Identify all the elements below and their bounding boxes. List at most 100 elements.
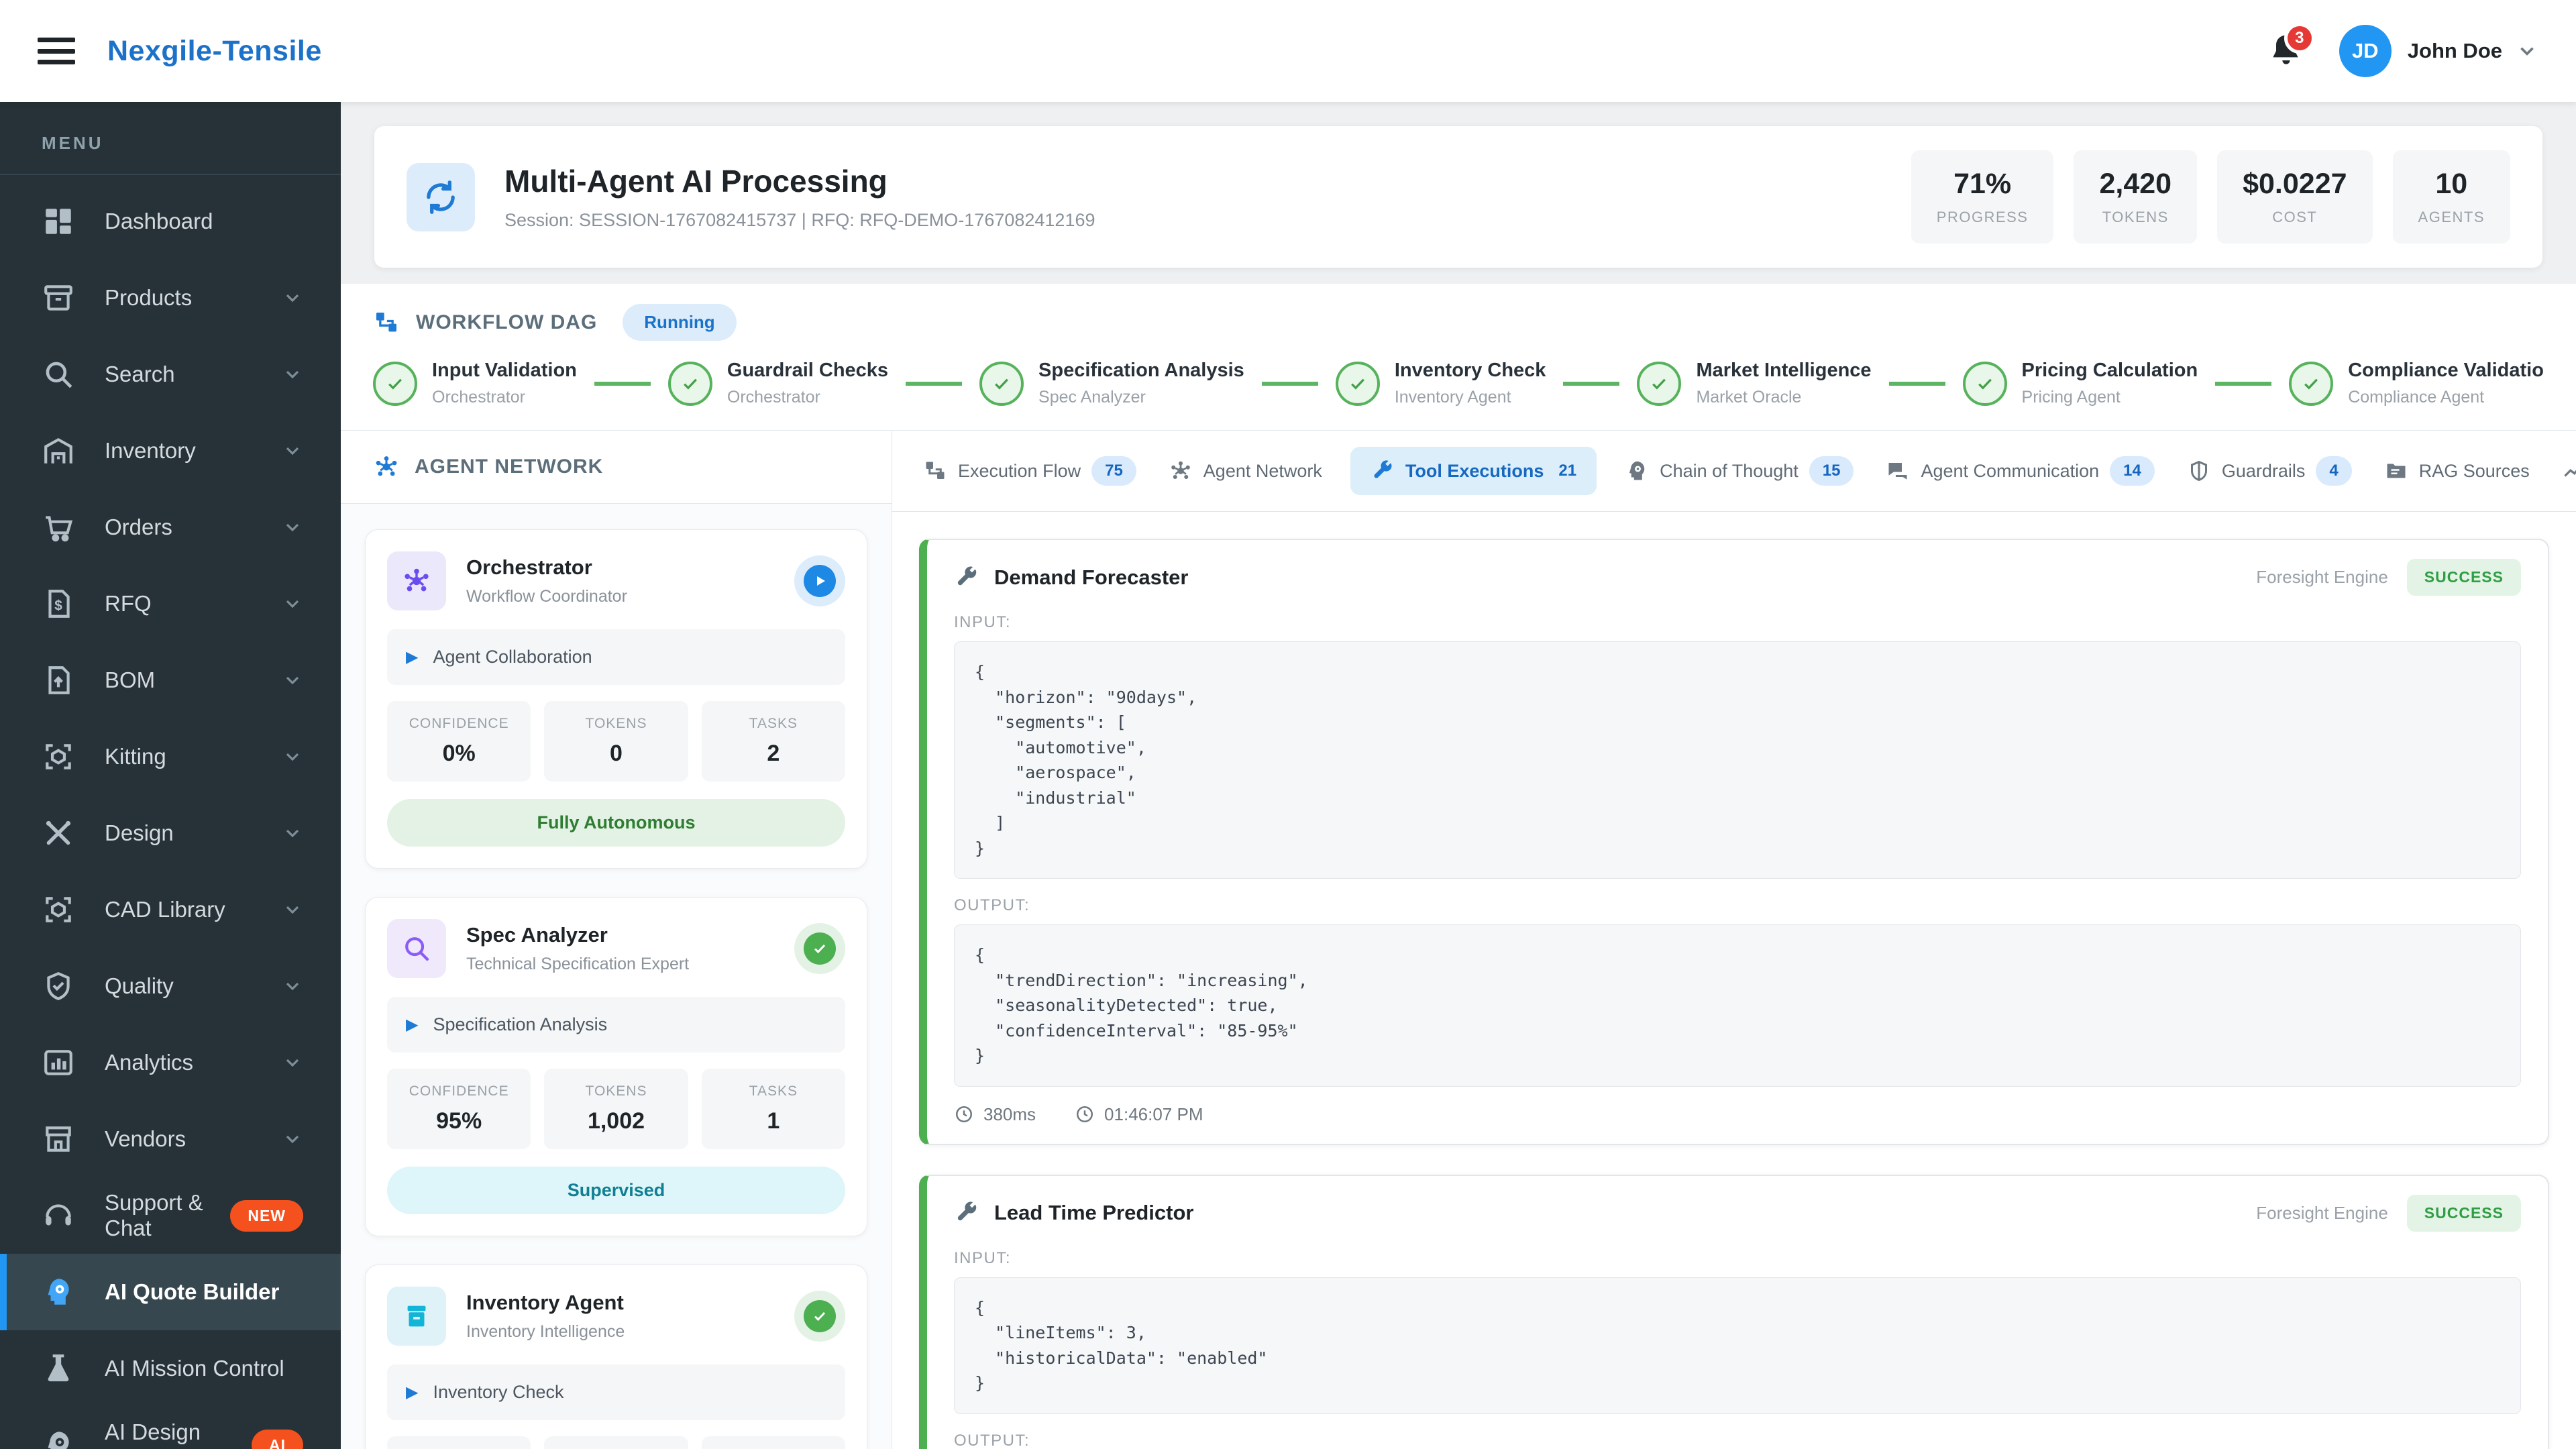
products-box-icon [42, 281, 75, 315]
timestamp: 01:46:07 PM [1075, 1104, 1203, 1125]
sidebar-item-design[interactable]: Design [0, 795, 341, 871]
workflow-step: Input Validation Orchestrator [432, 360, 577, 407]
workflow-step: Guardrail Checks Orchestrator [727, 360, 889, 407]
expand-triangle-icon: ▶ [406, 648, 419, 666]
cube-scan-icon [42, 740, 75, 773]
tool-engine: Foresight Engine [2256, 567, 2388, 587]
flow-icon [373, 309, 400, 336]
sidebar-item-products[interactable]: Products [0, 260, 341, 336]
agent-card-spec-analyzer[interactable]: Spec Analyzer Technical Specification Ex… [365, 897, 867, 1236]
agent-running-chip [794, 555, 845, 606]
chevron-down-icon [282, 593, 303, 614]
step-check-icon [1335, 361, 1380, 406]
chevron-down-icon [282, 364, 303, 385]
clock-icon [1077, 1106, 1093, 1123]
tool-card-lead-time-predictor[interactable]: Lead Time Predictor Foresight Engine SUC… [919, 1174, 2549, 1449]
tool-name: Lead Time Predictor [994, 1201, 1194, 1224]
chevron-down-icon [282, 899, 303, 920]
avatar[interactable]: JD [2339, 25, 2392, 77]
shield-check-icon [42, 969, 75, 1003]
sidebar-item-ai-design-studio[interactable]: AI Design Studio AI [0, 1407, 341, 1449]
session-stats: 71% PROGRESS 2,420 TOKENS $0.0227 COST 1… [1911, 150, 2510, 244]
search-icon [387, 919, 446, 978]
agent-network-header: AGENT NETWORK [341, 431, 892, 504]
workflow-status-badge: Running [623, 304, 737, 341]
step-connector [2215, 381, 2272, 386]
agent-task-row[interactable]: ▶ Agent Collaboration [387, 629, 845, 685]
brand-logo[interactable]: Nexgile-Tensile [107, 35, 322, 68]
input-label: INPUT: [954, 613, 1012, 631]
tab-guardrails[interactable]: Guardrails 4 [2183, 445, 2356, 496]
sidebar-item-analytics[interactable]: Analytics [0, 1024, 341, 1101]
workflow-step: Pricing Calculation Pricing Agent [2021, 360, 2198, 407]
agent-card-list[interactable]: Orchestrator Workflow Coordinator ▶ Agen… [341, 504, 892, 1449]
sidebar-item-ai-quote-builder[interactable]: AI Quote Builder [0, 1254, 341, 1330]
bar-chart-icon [42, 1046, 75, 1079]
tab-traces-spans[interactable]: Traces & Spans [2558, 448, 2576, 494]
chevron-down-icon [282, 287, 303, 309]
workflow-dag-section: WORKFLOW DAG Running Input Validation Or… [341, 284, 2576, 431]
tab-tool-executions[interactable]: Tool Executions 21 [1350, 447, 1597, 495]
step-connector [594, 381, 651, 386]
agent-stat-tokens: TOKENS 1,002 [544, 1069, 688, 1149]
agent-mode-badge: Supervised [387, 1167, 845, 1214]
execution-detail-panel: Execution Flow 75 Agent Network Tool Exe… [892, 431, 2576, 1449]
notifications-button[interactable]: 3 [2267, 23, 2315, 70]
output-label: OUTPUT: [954, 896, 1030, 914]
sidebar-item-quality[interactable]: Quality [0, 948, 341, 1024]
agent-card-orchestrator[interactable]: Orchestrator Workflow Coordinator ▶ Agen… [365, 529, 867, 869]
ai-head-gear-icon [42, 1428, 75, 1449]
tool-execution-list[interactable]: Demand Forecaster Foresight Engine SUCCE… [892, 512, 2576, 1449]
agent-task-row[interactable]: ▶ Specification Analysis [387, 997, 845, 1053]
sidebar-item-rfq[interactable]: $ RFQ [0, 566, 341, 642]
topbar: Nexgile-Tensile 3 JD John Doe [0, 0, 2576, 102]
tab-rag-sources[interactable]: RAG Sources [2380, 448, 2534, 494]
workflow-step: Specification Analysis Spec Analyzer [1038, 360, 1244, 407]
tab-chain-of-thought[interactable]: Chain of Thought 15 [1621, 445, 1858, 496]
sidebar-item-orders[interactable]: Orders [0, 489, 341, 566]
user-menu-chevron-down-icon[interactable] [2516, 40, 2538, 62]
tab-execution-flow[interactable]: Execution Flow 75 [919, 445, 1140, 496]
sidebar-nav: Dashboard Products Search Inventory Orde… [0, 183, 341, 1449]
tool-card-demand-forecaster[interactable]: Demand Forecaster Foresight Engine SUCCE… [919, 539, 2549, 1145]
sidebar-item-search[interactable]: Search [0, 336, 341, 413]
agent-mode-badge: Fully Autonomous [387, 799, 845, 847]
stat-cost: $0.0227 COST [2217, 150, 2373, 244]
workflow-dag-header: WORKFLOW DAG Running [373, 304, 2544, 341]
chevron-down-icon [282, 440, 303, 462]
sidebar-item-inventory[interactable]: Inventory [0, 413, 341, 489]
sidebar-item-support-chat[interactable]: Support & Chat NEW [0, 1177, 341, 1254]
agent-card-inventory-agent[interactable]: Inventory Agent Inventory Intelligence ▶… [365, 1265, 867, 1449]
agent-stat-tasks: TASKS 2 [701, 701, 845, 782]
agent-stat-tokens: TOKENS 0 [544, 1436, 688, 1449]
cart-icon [42, 511, 75, 544]
flask-icon [42, 1352, 75, 1385]
sidebar-item-bom[interactable]: BOM [0, 642, 341, 718]
sidebar-item-kitting[interactable]: Kitting [0, 718, 341, 795]
page-title: Multi-Agent AI Processing [504, 164, 888, 199]
network-icon [387, 551, 446, 610]
tab-count-badge: 15 [1809, 456, 1854, 486]
sidebar-item-vendors[interactable]: Vendors [0, 1101, 341, 1177]
tab-agent-network[interactable]: Agent Network [1165, 448, 1326, 494]
tab-agent-communication[interactable]: Agent Communication 14 [1882, 445, 2158, 496]
flow-icon [923, 459, 947, 483]
step-check-icon [2289, 361, 2334, 406]
agent-task-row[interactable]: ▶ Inventory Check [387, 1364, 845, 1420]
step-check-icon [667, 361, 712, 406]
storefront-icon [42, 1122, 75, 1156]
trend-line-icon [2562, 459, 2576, 483]
topbar-right: 3 JD John Doe [2267, 23, 2538, 77]
user-name[interactable]: John Doe [2408, 39, 2502, 63]
output-label: OUTPUT: [954, 1431, 1030, 1449]
sidebar-item-cad-library[interactable]: CAD Library [0, 871, 341, 948]
agent-stat-tokens: TOKENS 0 [544, 701, 688, 782]
step-connector [1261, 381, 1318, 386]
sidebar-item-dashboard[interactable]: Dashboard [0, 183, 341, 260]
tool-input-json: { "horizon": "90days", "segments": [ "au… [954, 641, 2521, 879]
tab-count-badge: 4 [2316, 456, 2352, 486]
session-header-card: Multi-Agent AI Processing Session: SESSI… [374, 126, 2542, 268]
sidebar-item-ai-mission-control[interactable]: AI Mission Control [0, 1330, 341, 1407]
hamburger-menu-icon[interactable] [38, 38, 75, 64]
search-icon [42, 358, 75, 391]
